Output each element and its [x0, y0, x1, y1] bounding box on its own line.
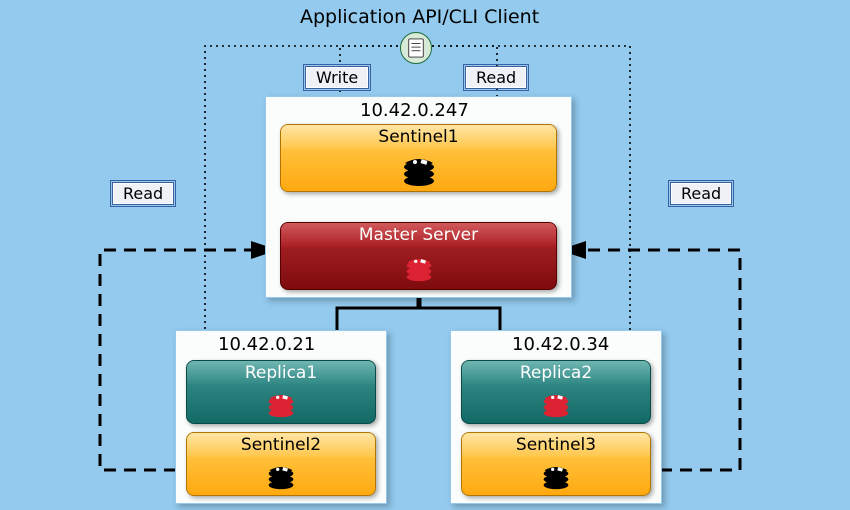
diagram-stage: Application API/CLI Client Write Read Re…: [0, 0, 850, 510]
replica2-title: Replica2: [462, 361, 650, 385]
replica1-node: Replica1: [186, 360, 376, 424]
replica1-ip: 10.42.0.21: [218, 334, 315, 355]
sentinel2-title: Sentinel2: [187, 433, 375, 457]
replica1-title: Replica1: [187, 361, 375, 385]
sentinel3-node: Sentinel3: [461, 432, 651, 496]
label-write: Write: [305, 66, 369, 89]
redis-icon: [541, 390, 571, 418]
redis-icon: [404, 254, 434, 282]
master-node: Master Server: [280, 222, 557, 290]
master-title: Master Server: [281, 223, 556, 247]
sentinel1-node: Sentinel1: [280, 124, 557, 192]
redis-icon: [401, 153, 437, 187]
redis-icon: [266, 462, 296, 490]
label-read-left: Read: [112, 182, 174, 205]
sentinel3-title: Sentinel3: [462, 433, 650, 457]
client-icon: [400, 32, 432, 64]
redis-icon: [541, 462, 571, 490]
master-ip: 10.42.0.247: [360, 100, 469, 121]
label-read-right: Read: [670, 182, 732, 205]
client-title: Application API/CLI Client: [300, 6, 539, 28]
redis-icon: [266, 390, 296, 418]
sentinel1-title: Sentinel1: [281, 125, 556, 149]
label-read-top: Read: [465, 66, 527, 89]
replica2-node: Replica2: [461, 360, 651, 424]
replica2-ip: 10.42.0.34: [512, 334, 609, 355]
sentinel2-node: Sentinel2: [186, 432, 376, 496]
